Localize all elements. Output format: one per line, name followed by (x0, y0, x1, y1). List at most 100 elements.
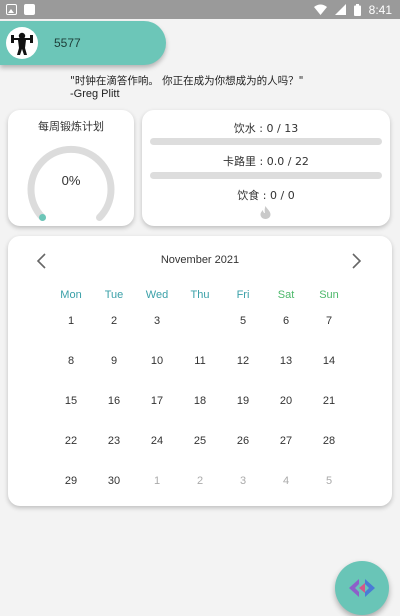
calendar-day-number: 1 (67, 315, 75, 327)
calendar-month-title: November 2021 (160, 254, 240, 266)
calendar-day[interactable]: 9 (93, 341, 135, 381)
chevron-right-icon (352, 253, 362, 269)
calendar-day-number: 5 (325, 475, 333, 487)
weekday-header: Mon (60, 289, 82, 301)
calendar-day-number: 27 (279, 435, 293, 447)
calendar-day[interactable]: 8 (50, 341, 92, 381)
calendar-day[interactable]: 2 (179, 461, 221, 501)
calendar-day[interactable]: 3 (222, 461, 264, 501)
weekday-header: Fri (236, 289, 250, 301)
calendar-day-number: 20 (279, 395, 293, 407)
signal-icon (334, 4, 346, 15)
weekday-header: Tue (104, 289, 124, 301)
calendar-day[interactable]: 3 (136, 301, 178, 341)
calendar-day-number: 23 (107, 435, 121, 447)
calendar-day[interactable]: 26 (222, 421, 264, 461)
water-progress-bar (150, 138, 382, 145)
app-logo-button[interactable] (335, 561, 389, 615)
motivational-quote: "时钟在滴答作响。 你正在成为你想成为的人吗？" -Greg Plitt (70, 75, 380, 101)
calendar-day[interactable]: 12 (222, 341, 264, 381)
daily-stats-card[interactable]: 饮水 : 0 / 13 卡路里 : 0.0 / 22 饮食 : 0 / 0 (142, 110, 390, 226)
calendar-day[interactable]: 2 (93, 301, 135, 341)
calendar-day-number: 11 (194, 355, 206, 367)
calendar-day-number: 29 (64, 475, 78, 487)
calendar-day-number: 21 (322, 395, 336, 407)
calendar-day[interactable]: 15 (50, 381, 92, 421)
calendar-day-number: 4 (196, 315, 204, 327)
calendar-day[interactable]: 6 (265, 301, 307, 341)
calendar-day-number: 4 (282, 475, 290, 487)
calories-progress-bar (150, 172, 382, 179)
calendar-day-number: 14 (322, 355, 336, 367)
calendar-day[interactable]: 5 (308, 461, 350, 501)
weekday-header: Thu (190, 289, 210, 301)
calendar-day[interactable]: 22 (50, 421, 92, 461)
quote-author: -Greg Plitt (70, 88, 120, 100)
calendar-day[interactable]: 27 (265, 421, 307, 461)
calendar-day[interactable]: 20 (265, 381, 307, 421)
calendar-day[interactable]: 1 (50, 301, 92, 341)
water-label: 饮水 : 0 / 13 (233, 122, 299, 135)
profile-header[interactable]: 5577 (0, 21, 166, 65)
battery-icon (353, 3, 361, 16)
calendar-day[interactable]: 4 (265, 461, 307, 501)
calendar-day-number: 8 (67, 355, 75, 367)
app-notification-icon (24, 4, 35, 15)
calendar-day[interactable]: 10 (136, 341, 178, 381)
calendar-day[interactable]: 16 (93, 381, 135, 421)
calendar-day[interactable]: 25 (179, 421, 221, 461)
calendar-day[interactable]: 19 (222, 381, 264, 421)
calendar-day-number: 6 (282, 315, 290, 327)
weekday-header: Sun (319, 289, 339, 301)
calendar-day-number: 2 (196, 475, 204, 487)
calendar-day[interactable]: 18 (179, 381, 221, 421)
calendar-day[interactable]: 28 (308, 421, 350, 461)
calendar-day[interactable]: 24 (136, 421, 178, 461)
calendar-day-number: 13 (279, 355, 293, 367)
weightlifter-icon (11, 32, 33, 55)
calendar-day[interactable]: 29 (50, 461, 92, 501)
calendar-day-number: 16 (107, 395, 121, 407)
calendar-day[interactable]: 1 (136, 461, 178, 501)
calendar-day[interactable]: 5 (222, 301, 264, 341)
calendar-day-number: 24 (150, 435, 164, 447)
calendar-day-number: 7 (325, 315, 333, 327)
calendar-day[interactable]: 13 (265, 341, 307, 381)
calendar-day-number: 10 (150, 355, 164, 367)
status-bar: 8:41 (0, 0, 400, 19)
calendar-day[interactable]: 11 (179, 341, 221, 381)
calendar-day[interactable]: 23 (93, 420, 135, 462)
username: 5577 (54, 36, 81, 50)
gallery-notification-icon (6, 4, 17, 15)
calories-label: 卡路里 : 0.0 / 22 (223, 155, 309, 168)
calendar-day-number: 25 (193, 435, 207, 447)
calendar-day[interactable]: 21 (308, 381, 350, 421)
calendar-day[interactable]: 7 (308, 301, 350, 341)
calendar-day-number: 5 (239, 315, 247, 327)
calendar-day-number: 1 (153, 475, 161, 487)
next-month-button[interactable] (352, 250, 362, 274)
weekday-header: Sat (277, 289, 295, 301)
chevron-logo-icon (349, 579, 375, 597)
calendar-day[interactable]: 17 (136, 381, 178, 421)
calendar-day-number: 19 (236, 395, 250, 407)
calendar-day-number: 22 (64, 435, 78, 447)
diet-label: 饮食 : 0 / 0 (237, 189, 295, 202)
calendar-day[interactable]: 14 (308, 341, 350, 381)
calendar-day-number: 12 (236, 355, 250, 367)
calendar-day[interactable]: 30 (93, 461, 135, 501)
calendar-day-number: 26 (236, 435, 250, 447)
calendar-day-number: 9 (110, 355, 118, 367)
calendar-day-number: 30 (107, 475, 121, 487)
weekday-header: Wed (145, 289, 169, 301)
calendar-day-number: 3 (239, 475, 247, 487)
weekly-plan-title: 每周锻炼计划 (38, 120, 104, 133)
avatar[interactable] (6, 27, 38, 59)
calendar-day-number: 28 (322, 435, 336, 447)
weekly-progress-value: 0% (61, 173, 81, 188)
calendar-card: November 2021 Mon Tue Wed Thu Fri Sat Sun 1 2 3 4 5… (8, 236, 392, 506)
calendar-day[interactable]: 4 (179, 300, 221, 342)
weekly-plan-card[interactable]: 每周锻炼计划 0% (8, 110, 134, 226)
calendar-day-number: 18 (193, 395, 207, 407)
wifi-icon (313, 4, 327, 15)
